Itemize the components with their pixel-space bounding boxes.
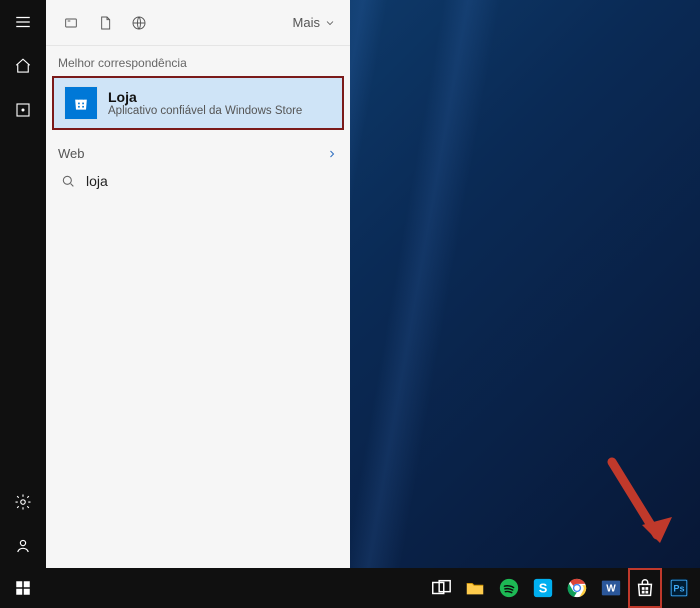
home-icon (14, 57, 32, 75)
taskbar-file-explorer[interactable] (458, 568, 492, 608)
more-filters-dropdown[interactable]: Mais (293, 15, 342, 30)
windows-logo-icon (14, 579, 32, 597)
sidebar-apps-button[interactable] (0, 88, 46, 132)
word-icon: W (600, 577, 622, 599)
web-suggestion-text: loja (86, 173, 108, 189)
task-view-icon (430, 577, 452, 599)
apps-icon (14, 101, 32, 119)
taskbar-word[interactable]: W (594, 568, 628, 608)
best-match-subtitle: Aplicativo confiável da Windows Store (108, 105, 302, 117)
best-match-title: Loja (108, 89, 302, 105)
chrome-icon (566, 577, 588, 599)
svg-text:W: W (606, 584, 616, 595)
filter-documents-button[interactable] (88, 6, 122, 40)
sidebar-settings-button[interactable] (0, 480, 46, 524)
cortana-sidebar (0, 0, 46, 568)
chevron-right-icon (326, 148, 338, 160)
svg-text:S: S (539, 581, 548, 596)
folder-icon (464, 577, 486, 599)
shopping-bag-icon (71, 93, 91, 113)
filter-apps-button[interactable] (54, 6, 88, 40)
globe-icon (131, 15, 147, 31)
search-icon (60, 173, 76, 189)
svg-text:Ps: Ps (673, 584, 684, 594)
taskbar-skype[interactable]: S (526, 568, 560, 608)
sidebar-home-button[interactable] (0, 44, 46, 88)
spotify-icon (498, 577, 520, 599)
desktop: Mais Melhor correspondência Loja Aplicat… (0, 0, 700, 608)
annotation-arrow (602, 457, 682, 562)
sidebar-account-button[interactable] (0, 524, 46, 568)
hamburger-icon (14, 13, 32, 31)
taskbar-store[interactable] (628, 568, 662, 608)
more-label: Mais (293, 15, 320, 30)
filter-web-button[interactable] (122, 6, 156, 40)
chevron-down-icon (324, 17, 336, 29)
taskbar-photoshop[interactable]: Ps (662, 568, 696, 608)
search-results-panel: Mais Melhor correspondência Loja Aplicat… (46, 0, 350, 568)
gear-icon (14, 493, 32, 511)
person-icon (14, 537, 32, 555)
taskbar-pinned-apps: S W Ps (424, 568, 700, 608)
arrow-icon (602, 457, 682, 557)
taskbar-chrome[interactable] (560, 568, 594, 608)
start-button[interactable] (0, 568, 46, 608)
web-suggestion[interactable]: loja (46, 165, 350, 197)
document-icon (97, 15, 113, 31)
skype-icon: S (532, 577, 554, 599)
best-match-result[interactable]: Loja Aplicativo confiável da Windows Sto… (52, 76, 344, 130)
search-filter-header: Mais (46, 0, 350, 46)
store-app-icon (64, 86, 98, 120)
apps-filter-icon (63, 15, 79, 31)
hamburger-menu-button[interactable] (0, 0, 46, 44)
best-match-section-label: Melhor correspondência (46, 46, 350, 76)
taskbar-task-view[interactable] (424, 568, 458, 608)
photoshop-icon: Ps (668, 577, 690, 599)
web-section-label: Web (58, 146, 85, 161)
store-icon (634, 577, 656, 599)
web-section-header[interactable]: Web (46, 136, 350, 165)
taskbar: S W Ps (0, 568, 700, 608)
taskbar-spotify[interactable] (492, 568, 526, 608)
